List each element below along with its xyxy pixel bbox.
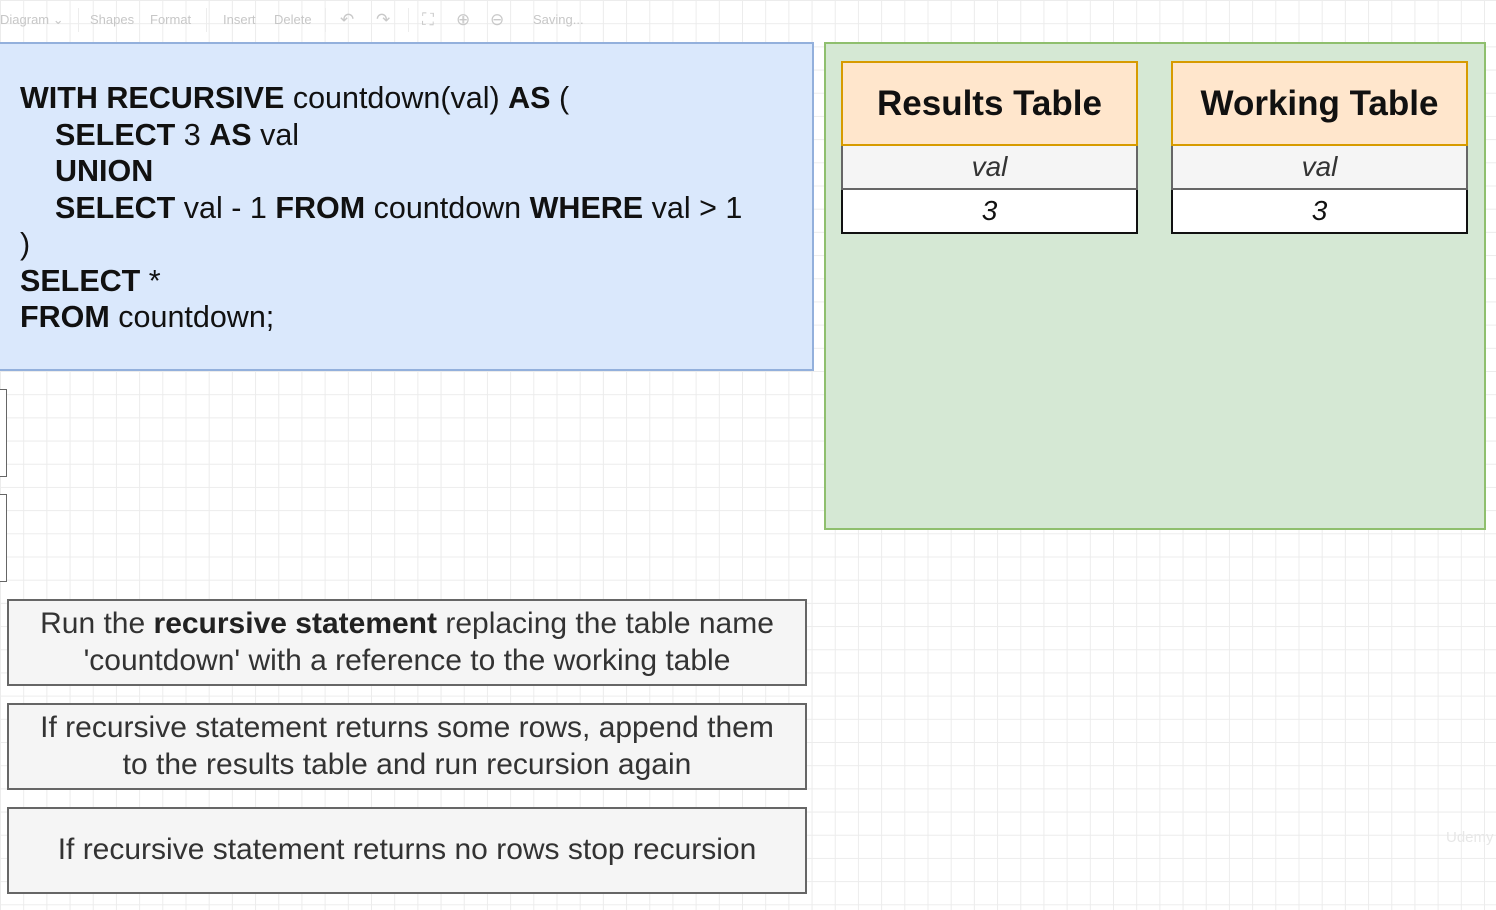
step-text-bold: recursive statement — [153, 607, 437, 640]
sql-keyword: WITH RECURSIVE — [20, 81, 285, 115]
fullscreen-icon[interactable]: ⛶ — [422, 10, 434, 30]
sql-keyword: AS — [209, 117, 252, 152]
working-table-cell: 3 — [1171, 190, 1468, 234]
step-text-part: replacing the table name — [437, 607, 774, 640]
sql-keyword: UNION — [55, 154, 154, 188]
toolbar: Diagram ⌄ Shapes Format Insert Delete ↶ … — [0, 0, 600, 40]
step-text: If recursive statement returns some rows… — [40, 710, 774, 783]
sql-text: val > 1 — [643, 190, 743, 225]
sql-text: countdown; — [109, 300, 275, 334]
toolbar-divider — [78, 8, 79, 32]
sql-keyword: WHERE — [529, 190, 644, 225]
working-table-column-header: val — [1171, 146, 1468, 190]
working-table[interactable]: Working Table val 3 — [1171, 61, 1468, 234]
sql-text: val - 1 — [175, 190, 276, 225]
chevron-down-icon: ⌄ — [52, 12, 64, 27]
results-table-title: Results Table — [841, 61, 1138, 146]
sql-line: FROM countdown; — [20, 299, 742, 336]
shapes-button[interactable]: Shapes — [90, 12, 134, 27]
sql-text: countdown — [365, 190, 530, 225]
undo-icon[interactable]: ↶ — [340, 10, 354, 30]
offscreen-shape[interactable] — [0, 494, 7, 582]
sql-keyword: SELECT — [55, 190, 176, 225]
results-table-cell: 3 — [841, 190, 1138, 234]
insert-button[interactable]: Insert — [223, 12, 256, 27]
save-status: Saving... — [533, 12, 584, 27]
sql-line: UNION — [20, 153, 742, 190]
delete-button[interactable]: Delete — [274, 12, 312, 27]
step-text-part: to the results table and run recursion a… — [122, 747, 692, 781]
step-text-part: 'countdown' with a reference to the work… — [83, 643, 731, 677]
zoom-in-icon[interactable]: ⊕ — [456, 10, 470, 30]
offscreen-shape[interactable] — [0, 389, 7, 477]
watermark: Udemy — [1446, 829, 1494, 846]
format-button[interactable]: Format — [150, 12, 191, 27]
toolbar-divider — [325, 8, 326, 32]
diagram-menu[interactable]: Diagram ⌄ — [0, 12, 64, 28]
step-text: If recursive statement returns no rows s… — [57, 833, 757, 867]
step-text: Run the recursive statement replacing th… — [40, 606, 774, 679]
working-table-title: Working Table — [1171, 61, 1468, 146]
redo-icon[interactable]: ↷ — [376, 10, 390, 30]
step-append-rows[interactable]: If recursive statement returns some rows… — [7, 703, 807, 790]
toolbar-divider — [408, 8, 409, 32]
diagram-menu-label: Diagram — [0, 12, 50, 27]
zoom-out-icon[interactable]: ⊖ — [490, 10, 504, 30]
results-table-column-header: val — [841, 146, 1138, 190]
results-table[interactable]: Results Table val 3 — [841, 61, 1138, 234]
sql-keyword: SELECT — [20, 263, 141, 298]
sql-line: SELECT * — [20, 263, 742, 300]
sql-text: ) — [20, 227, 31, 261]
sql-text: ( — [550, 81, 570, 115]
step-text-part: Run the — [40, 607, 154, 640]
sql-keyword: FROM — [20, 300, 110, 334]
sql-keyword: AS — [508, 81, 551, 115]
sql-text: countdown(val) — [284, 81, 509, 115]
sql-query-text: WITH RECURSIVE countdown(val) AS ( SELEC… — [20, 80, 742, 336]
step-stop-recursion[interactable]: If recursive statement returns no rows s… — [7, 807, 807, 894]
sql-keyword: FROM — [275, 190, 366, 225]
sql-text: 3 — [175, 117, 210, 152]
sql-text: val — [251, 117, 300, 152]
step-text-part: If recursive statement returns some rows… — [40, 711, 774, 744]
sql-text: * — [140, 263, 161, 298]
sql-line: SELECT 3 AS val — [20, 117, 742, 154]
toolbar-divider — [206, 8, 207, 32]
sql-keyword: SELECT — [55, 117, 176, 152]
sql-line: SELECT val - 1 FROM countdown WHERE val … — [20, 190, 742, 227]
sql-line: ) — [20, 226, 742, 263]
sql-line: WITH RECURSIVE countdown(val) AS ( — [20, 80, 742, 117]
step-run-recursive[interactable]: Run the recursive statement replacing th… — [7, 599, 807, 686]
